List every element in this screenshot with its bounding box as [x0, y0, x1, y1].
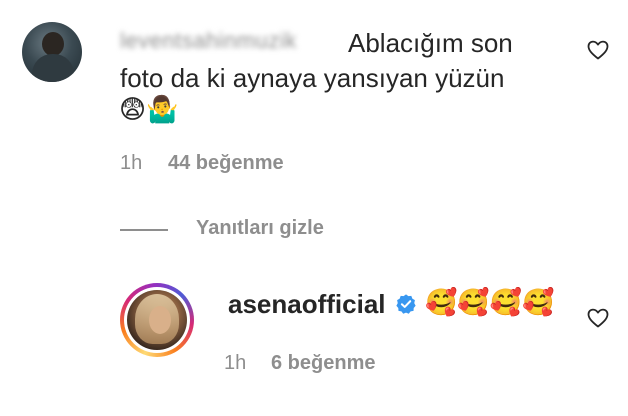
- story-ring-gap: [124, 287, 190, 353]
- heart-icon[interactable]: [585, 306, 611, 330]
- reply-username[interactable]: asenaofficial: [228, 289, 386, 320]
- comment-text-line1: Ablacığım son: [348, 28, 513, 58]
- comment-time[interactable]: 1h: [120, 152, 142, 175]
- verified-badge-icon: [396, 294, 416, 314]
- comment-text-line2: foto da ki aynaya yansıyan yüzün: [120, 63, 505, 93]
- reply-avatar[interactable]: [127, 290, 187, 350]
- comment-emojis: 😨🤷‍♂️: [119, 95, 179, 125]
- avatar-face-shape: [149, 306, 171, 334]
- avatar-body-shape: [32, 54, 74, 82]
- reply-likes-count: 6 beğenme: [271, 352, 376, 374]
- reply-likes[interactable]: 6 beğenme: [271, 352, 375, 375]
- heart-icon[interactable]: [585, 38, 611, 62]
- comment-likes-count: 44 beğenme: [168, 152, 284, 174]
- reply-emojis: 🥰🥰🥰🥰: [425, 288, 555, 318]
- commenter-username[interactable]: leventsahinmuzik: [120, 28, 297, 54]
- replies-divider: [120, 229, 168, 231]
- commenter-avatar[interactable]: [22, 22, 82, 82]
- comment-likes[interactable]: 44 beğenme: [168, 152, 284, 175]
- reply-avatar-story-ring[interactable]: [120, 283, 194, 357]
- reply-time[interactable]: 1h: [224, 352, 246, 375]
- hide-replies-button[interactable]: Yanıtları gizle: [196, 217, 324, 240]
- avatar-head-shape: [42, 32, 64, 56]
